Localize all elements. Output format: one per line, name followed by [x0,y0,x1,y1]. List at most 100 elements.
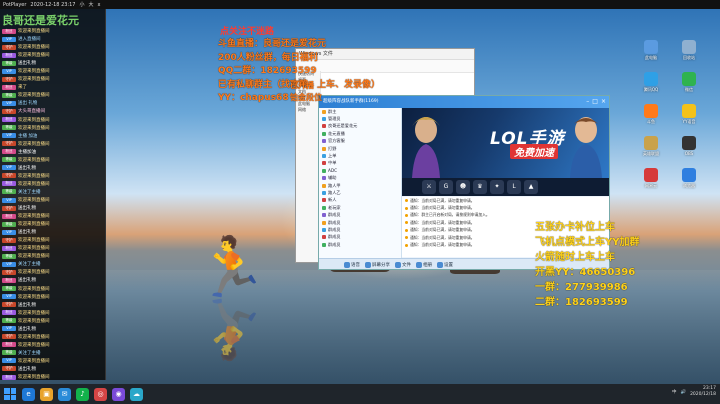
group-member[interactable]: 官方客服 [319,138,401,145]
explorer-nav-item[interactable]: 网络 [296,107,320,113]
topbar-item[interactable]: 大 [89,1,94,8]
minimize-icon[interactable]: – [586,98,589,105]
group-member[interactable]: 路人甲 [319,182,401,189]
chat-line: VIP 关注了主播 [2,260,104,268]
group-member[interactable]: 群成员 [319,226,401,233]
chat-message-text: 欢迎来到直播间 [18,117,50,123]
group-member[interactable]: 老玩家 [319,204,401,211]
desktop-shortcut[interactable]: 腾讯QQ [636,72,666,100]
taskbar-app-icon[interactable]: ♪ [76,387,89,401]
group-member[interactable]: 上单 [319,152,401,159]
topbar-item[interactable]: ⅹ [98,2,101,8]
taskbar-app-icon[interactable]: ◎ [94,387,107,401]
group-member[interactable]: 群成员 [319,241,401,248]
user-badge: 粉丝 [2,213,16,219]
group-member[interactable]: 中单 [319,160,401,167]
user-badge: 粉丝 [2,277,16,283]
game-icon[interactable]: ✦ [490,180,504,194]
chat-line: VIP 送出礼物 [2,228,104,236]
user-badge: 守护 [2,76,16,82]
group-member[interactable]: 新人 [319,197,401,204]
toolbar-item[interactable]: 屏幕分享 [365,261,390,268]
user-badge: 守护 [2,205,16,211]
taskbar-app-icon[interactable]: ▣ [40,387,53,401]
chat-line: 粉丝 欢迎来到直播间 [2,341,104,349]
game-icon[interactable]: L [507,180,521,194]
desktop-shortcut[interactable]: 网易云 [636,168,666,196]
user-badge: VIP [2,68,16,74]
game-icon[interactable]: ▲ [524,180,538,194]
overlay-line: YY：chapus68 [218,93,289,103]
overlay-line: 已开播 [290,81,314,90]
member-name: 花元直播 [328,130,345,136]
member-name: 群成员 [328,241,341,247]
group-member[interactable]: ADC [319,167,401,174]
close-icon[interactable]: × [601,98,606,105]
chat-message-text: 欢迎来到直播间 [18,173,50,179]
desktop-shortcut[interactable]: 此电脑 [636,40,666,68]
desktop-shortcut[interactable]: 斗鱼 [636,104,666,132]
game-icon[interactable]: G [439,180,453,194]
volume-icon[interactable]: 🔊 [680,390,686,395]
shortcut-icon [644,40,658,54]
chat-message-text: 大头哥直播间 [18,109,45,115]
member-avatar [322,213,326,218]
user-badge: 等级 [2,189,16,195]
toolbar-item[interactable]: 设置 [437,261,453,268]
desktop-icons: 此电脑 回收站 腾讯QQ 微信 斗鱼 YY语音 英雄联盟 OBS 网易云 浏览器 [632,40,718,200]
maximize-icon[interactable]: □ [592,98,598,105]
shortcut-icon [644,168,658,182]
user-badge: VIP [2,261,16,267]
runner-reflection: 🏃 [195,295,268,363]
game-icon[interactable]: ⚔ [422,180,436,194]
overlay-line: 斗鱼直播：良哥还是爱花元 [218,39,327,49]
toolbar-item[interactable]: 语音 [344,261,360,268]
game-icon[interactable]: ♛ [473,180,487,194]
toolbar-item[interactable]: 文件 [395,261,411,268]
chat-line: 等级 关注了主播 [2,188,104,196]
desktop-shortcut[interactable]: 回收站 [674,40,704,68]
chat-line: 守护 大头哥直播间 [2,107,104,115]
desktop-shortcut[interactable]: 微信 [674,72,704,100]
chat-list: 粉丝 欢迎来到直播间 VIP 进入直播间 守护 欢迎来到直播间 粉丝 欢迎来到直播间 等级 送出礼… [2,27,104,380]
group-member[interactable]: 管理员 [319,115,401,122]
explorer-ribbon[interactable] [296,60,474,73]
notice-dot-icon [405,213,408,217]
overlay-line: 二群：182693599 [535,297,628,308]
taskbar-app-icon[interactable]: ◉ [112,387,125,401]
group-member[interactable]: 良哥还是爱花元 [319,123,401,130]
taskbar-app-icon[interactable]: ✉ [58,387,71,401]
group-member[interactable]: 群成员 [319,234,401,241]
desktop-shortcut[interactable]: OBS [674,136,704,164]
user-badge: 粉丝 [2,84,16,90]
desktop-shortcut[interactable]: 浏览器 [674,168,704,196]
group-member[interactable]: 路人乙 [319,189,401,196]
member-name: 群成员 [328,234,341,240]
game-icon[interactable]: ☻ [456,180,470,194]
desktop-shortcut[interactable]: 英雄联盟 [636,136,666,164]
windows-start-icon[interactable] [4,388,16,400]
group-member[interactable]: 群成员 [319,219,401,226]
clock[interactable]: 23:17 2020/12/18 [690,386,716,398]
user-badge: VIP [2,326,16,332]
taskbar-app-icon[interactable]: e [22,387,35,401]
ime-indicator[interactable]: 中 [672,389,677,395]
chat-line: 粉丝 欢迎来到直播间 [2,27,104,35]
group-member[interactable]: 群主 [319,108,401,115]
notice-dot-icon [405,228,408,232]
desktop-shortcut[interactable]: YY语音 [674,104,704,132]
topbar-item[interactable]: 小 [79,1,84,8]
chat-message-text: 欢迎来到直播间 [18,45,50,51]
member-avatar [322,190,326,195]
message-text: 通知：当前对局已满，请勿重复申请。 [410,242,475,248]
chat-message-text: 来了 [18,85,27,91]
taskbar-apps: e ▣ ✉ ♪ ◎ ◉ ☁ [22,387,148,401]
group-member[interactable]: 辅助 [319,175,401,182]
taskbar-app-icon[interactable]: ☁ [130,387,143,401]
group-member[interactable]: 花元直播 [319,130,401,137]
message-text: 通知：当前对局已满，请勿重复申请。 [410,205,475,211]
ad-banner[interactable]: LOL手游 免费加速 [402,108,609,178]
toolbar-item[interactable]: 相册 [416,261,432,268]
group-member[interactable]: 打野 [319,145,401,152]
group-member[interactable]: 群成员 [319,211,401,218]
